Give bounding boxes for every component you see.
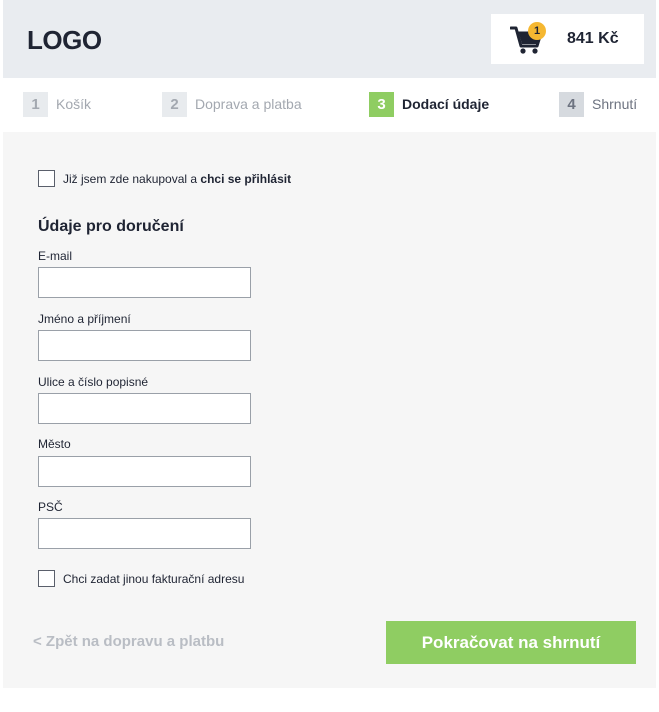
continue-to-summary-button[interactable]: Pokračovat na shrnutí [386,621,636,664]
billing-address-checkbox[interactable] [38,570,55,587]
checkout-steps: 1 Košík 2 Doprava a platba 3 Dodací údaj… [3,78,656,132]
form-title: Údaje pro doručení [38,218,184,235]
logo[interactable]: LOGO [27,25,102,56]
back-to-shipping-link[interactable]: < Zpět na dopravu a platbu [33,633,224,650]
street-field[interactable] [38,393,251,424]
site-header: LOGO 1 841 Kč [3,0,656,78]
step-label: Dodací údaje [402,96,490,112]
login-link-text[interactable]: chci se přihlásit [200,172,291,186]
delivery-form-panel: Již jsem zde nakupoval a chci se přihlás… [3,132,656,688]
step-label: Doprava a platba [195,96,302,112]
billing-option: Chci zadat jinou fakturační adresu [38,570,244,587]
step-number: 1 [23,91,48,117]
cart-summary[interactable]: 1 841 Kč [491,14,644,64]
city-field[interactable] [38,456,251,487]
login-option: Již jsem zde nakupoval a chci se přihlás… [38,170,291,187]
cart-count-badge: 1 [528,22,546,40]
billing-checkbox-label[interactable]: Chci zadat jinou fakturační adresu [63,572,244,586]
name-field[interactable] [38,330,251,361]
step-number: 3 [369,91,394,117]
step-number: 4 [559,91,584,117]
login-text: Již jsem zde nakupoval a [63,171,201,186]
step-label: Shrnutí [592,96,638,112]
step-cart[interactable]: 1 Košík [23,91,91,117]
email-field[interactable] [38,267,251,298]
zip-label: PSČ [38,500,63,514]
city-label: Město [38,437,71,451]
step-shipping-payment[interactable]: 2 Doprava a platba [162,91,302,117]
step-number: 2 [162,91,187,117]
cart-total-price: 841 Kč [567,30,619,47]
step-label: Košík [56,96,92,112]
step-summary: 4 Shrnutí [559,91,637,117]
login-checkbox[interactable] [38,170,55,187]
name-label: Jméno a příjmení [38,312,131,326]
zip-field[interactable] [38,518,251,549]
street-label: Ulice a číslo popisné [38,375,149,389]
login-checkbox-label[interactable]: Již jsem zde nakupoval a chci se přihlás… [63,172,291,186]
step-delivery-details: 3 Dodací údaje [369,91,489,117]
email-label: E-mail [38,249,73,263]
